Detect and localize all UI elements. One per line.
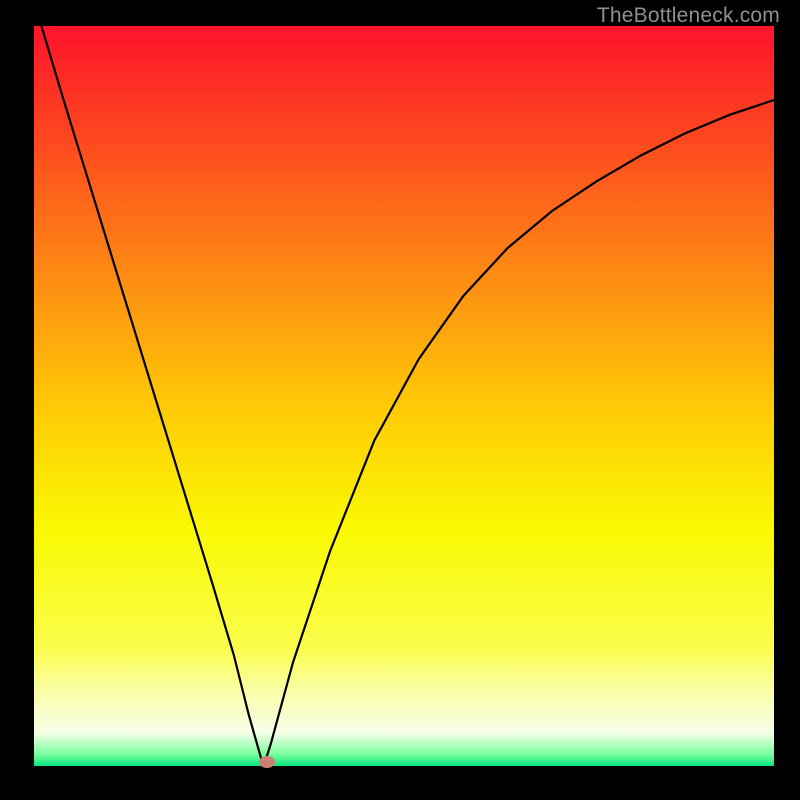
optimal-point-marker	[259, 756, 275, 768]
watermark-text: TheBottleneck.com	[597, 4, 780, 28]
bottleneck-chart	[34, 26, 774, 766]
chart-background	[34, 26, 774, 766]
chart-frame	[34, 26, 774, 766]
